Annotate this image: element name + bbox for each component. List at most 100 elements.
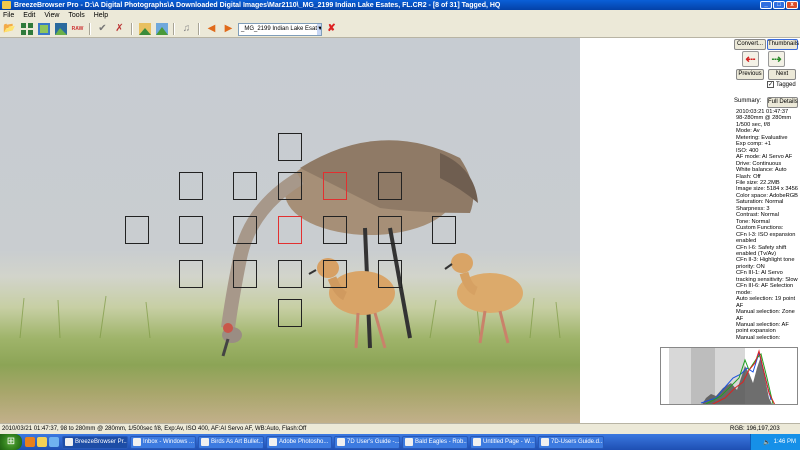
app-icon <box>473 438 481 446</box>
toolbar-separator <box>131 23 133 35</box>
metadata-line: Manual selection: AF point expansion <box>736 321 789 335</box>
taskbar-task[interactable]: Birds As Art Bullet... <box>198 435 264 449</box>
menu-tools[interactable]: Tools <box>68 12 84 19</box>
task-label: Untitled Page - W... <box>483 439 535 445</box>
convert-button[interactable]: Convert... <box>734 39 766 50</box>
metadata-line: Manual selection: Zone AF <box>736 309 795 322</box>
metadata-line: Image size: 5184 x 3456 <box>736 186 798 193</box>
minimize-button[interactable]: _ <box>760 1 772 9</box>
tools-icon[interactable]: ✗ <box>112 22 127 36</box>
next-button[interactable]: Next <box>768 69 796 80</box>
toolbar-separator <box>173 23 175 35</box>
app-icon <box>201 438 209 446</box>
af-point <box>233 260 257 288</box>
right-arrow-icon[interactable]: ▶ <box>221 22 236 36</box>
image-export-icon[interactable] <box>154 22 169 36</box>
task-label: 7D-Users Guide.d... <box>551 439 604 445</box>
af-point <box>378 216 402 244</box>
af-point-selected <box>323 172 347 200</box>
photo-viewer[interactable] <box>0 38 580 423</box>
toolbar: 📂 RAW ✔ ✗ ♫ ◀ ▶ _MG_2199 Indian Lake Esa… <box>0 21 800 38</box>
file-selector[interactable]: _MG_2199 Indian Lake Esat ▼ <box>238 22 322 36</box>
menu-bar: File Edit View Tools Help <box>0 10 800 21</box>
task-label: Inbox - Windows ... <box>143 439 195 445</box>
window-title: BreezeBrowser Pro - D:\A Digital Photogr… <box>14 1 501 9</box>
close-button[interactable]: x <box>786 1 798 9</box>
picture-icon[interactable] <box>53 22 68 36</box>
taskbar-task[interactable]: BreezeBrowser Pr... <box>62 435 128 449</box>
menu-edit[interactable]: Edit <box>23 12 35 19</box>
previous-icon[interactable]: ⇠ <box>742 51 759 67</box>
af-point <box>179 172 203 200</box>
app-icon <box>2 1 11 9</box>
thumbnail-icon[interactable] <box>36 22 51 36</box>
toolbar-separator <box>198 23 200 35</box>
chevron-down-icon[interactable]: ▼ <box>317 23 321 35</box>
taskbar-task[interactable]: Bald Eagles - Rob... <box>402 435 468 449</box>
cross-icon[interactable]: ✘ <box>324 22 339 36</box>
start-button[interactable]: ⊞ <box>0 434 22 450</box>
desktop-icon[interactable] <box>49 437 59 447</box>
image-icon[interactable] <box>137 22 152 36</box>
af-point <box>233 172 257 200</box>
taskbar-task[interactable]: 7D-Users Guide.d... <box>538 435 604 449</box>
raw-icon[interactable]: RAW <box>70 22 85 36</box>
open-folder-icon[interactable]: 📂 <box>2 22 17 36</box>
app-icon <box>337 438 345 446</box>
tagged-checkbox[interactable]: ✓ Tagged <box>767 81 796 88</box>
task-label: Bald Eagles - Rob... <box>415 439 468 445</box>
title-bar[interactable]: BreezeBrowser Pro - D:\A Digital Photogr… <box>0 0 800 10</box>
next-icon[interactable]: ⇢ <box>768 51 785 67</box>
af-point <box>323 216 347 244</box>
metadata-line: 98-280mm @ 280mm <box>736 115 792 122</box>
grid-icon[interactable] <box>19 22 34 36</box>
af-point <box>179 260 203 288</box>
summary-label: Summary: <box>734 98 762 104</box>
rgb-readout: RGB: 196,197,203 <box>730 426 780 432</box>
volume-icon[interactable]: 🔈 <box>763 439 770 446</box>
quick-launch <box>25 437 59 447</box>
af-point <box>432 216 456 244</box>
clock[interactable]: 1:46 PM <box>774 439 796 445</box>
af-point <box>378 260 402 288</box>
status-bar: 2010/03/21 01:47:37, 98 to 280mm @ 280mm… <box>0 423 800 434</box>
metadata-line: CFn I-6: Safety shift enabled (Tv/Av) <box>736 244 787 257</box>
af-point <box>378 172 402 200</box>
explorer-icon[interactable] <box>37 437 47 447</box>
task-list: BreezeBrowser Pr... Inbox - Windows ... Bi… <box>62 435 606 449</box>
previous-button[interactable]: Previous <box>736 69 764 80</box>
af-point <box>278 133 302 161</box>
file-selector-value: _MG_2199 Indian Lake Esat <box>241 26 318 32</box>
menu-view[interactable]: View <box>44 12 59 19</box>
task-label: 7D User's Guide -... <box>347 439 400 445</box>
taskbar-task[interactable]: Untitled Page - W... <box>470 435 536 449</box>
checkmark-icon[interactable]: ✔ <box>95 22 110 36</box>
metadata-line: CFn III-6: AF Selection mode: <box>736 283 794 296</box>
full-details-button[interactable]: Full Details <box>767 97 798 108</box>
histogram-chart <box>669 348 776 404</box>
menu-help[interactable]: Help <box>94 12 108 19</box>
taskbar-task[interactable]: 7D User's Guide -... <box>334 435 400 449</box>
af-point <box>323 260 347 288</box>
af-point <box>278 172 302 200</box>
system-tray: 🔈 1:46 PM <box>750 434 800 450</box>
firefox-icon[interactable] <box>25 437 35 447</box>
toolbar-separator <box>89 23 91 35</box>
app-icon <box>133 438 141 446</box>
taskbar-task[interactable]: Adobe Photosho... <box>266 435 332 449</box>
taskbar-task[interactable]: Inbox - Windows ... <box>130 435 196 449</box>
app-icon <box>269 438 277 446</box>
metadata-line: AF mode: AI Servo AF <box>736 154 793 161</box>
metadata-line: Manual selection: <box>736 334 781 341</box>
menu-file[interactable]: File <box>3 12 14 19</box>
metadata-line: Auto selection: 19 point AF <box>736 296 796 309</box>
metadata-list: 2010:03:21 01:47:37 98-280mm @ 280mm 1/500… <box>736 109 798 341</box>
task-label: Adobe Photosho... <box>279 439 329 445</box>
maximize-button[interactable]: □ <box>773 1 785 9</box>
music-icon[interactable]: ♫ <box>179 22 194 36</box>
left-arrow-icon[interactable]: ◀ <box>204 22 219 36</box>
thumbnails-button[interactable]: Thumbnails <box>767 39 799 50</box>
tagged-label: Tagged <box>776 81 796 88</box>
af-point <box>125 216 149 244</box>
checkbox-check-icon[interactable]: ✓ <box>767 81 774 88</box>
